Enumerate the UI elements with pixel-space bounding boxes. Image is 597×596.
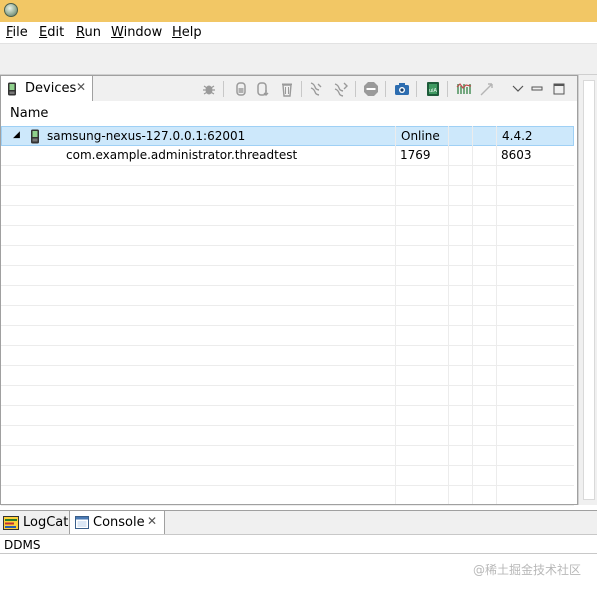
device-tree-table: ◢ samsung-nexus-127.0.0.1:62001 Online 4.4.… — [1, 126, 574, 506]
logcat-icon — [3, 516, 19, 530]
divider — [0, 553, 597, 554]
toolbar-separator — [416, 81, 417, 97]
device-phone-icon — [8, 82, 16, 96]
view-menu-icon[interactable] — [510, 81, 526, 97]
table-row[interactable] — [1, 246, 574, 266]
tab-console[interactable]: Console ✕ — [69, 511, 165, 535]
table-row[interactable] — [1, 186, 574, 206]
app-icon — [4, 3, 18, 17]
column-header-name[interactable]: Name — [10, 106, 48, 121]
update-threads-icon[interactable] — [308, 81, 324, 97]
console-view[interactable]: DDMS @稀土掘金技术社区 — [0, 534, 597, 596]
toolbar-separator — [447, 81, 448, 97]
table-row[interactable] — [1, 466, 574, 486]
scrollbar-track[interactable] — [583, 80, 595, 500]
table-row[interactable] — [1, 386, 574, 406]
tab-console-label: Console — [93, 515, 145, 530]
maximize-icon[interactable] — [551, 81, 567, 97]
menu-help[interactable]: Help — [172, 25, 202, 40]
tab-devices-label: Devices — [25, 81, 77, 96]
device-name-cell: com.example.administrator.threadtest — [66, 148, 298, 162]
toolbar-separator — [385, 81, 386, 97]
table-row[interactable] — [1, 406, 574, 426]
device-name-cell: samsung-nexus-127.0.0.1:62001 — [47, 129, 246, 143]
column-divider — [395, 126, 396, 504]
watermark: @稀土掘金技术社区 — [472, 563, 581, 577]
table-row[interactable] — [1, 206, 574, 226]
systrace-icon[interactable] — [456, 81, 472, 97]
svg-text:uiA: uiA — [429, 88, 438, 94]
tab-logcat[interactable]: LogCat — [0, 511, 68, 535]
bottom-panel-tabbar: LogCat Console ✕ — [0, 510, 597, 535]
table-row[interactable] — [1, 486, 574, 506]
dump-view-hierarchy-icon[interactable]: uiA — [425, 81, 441, 97]
table-row[interactable]: ◢ samsung-nexus-127.0.0.1:62001 Online 4.4.… — [1, 126, 574, 146]
vertical-scrollbar[interactable] — [578, 75, 597, 505]
extra-info-cell: 8603 — [501, 148, 532, 162]
window-titlebar[interactable] — [0, 0, 597, 22]
start-method-profiling-icon[interactable] — [333, 81, 349, 97]
menu-file[interactable]: File — [6, 25, 28, 40]
tab-devices[interactable]: Devices ✕ — [1, 76, 93, 101]
screen-capture-icon[interactable] — [394, 81, 410, 97]
status-cell: Online — [401, 129, 440, 143]
stop-process-icon[interactable] — [363, 81, 379, 97]
table-row[interactable] — [1, 446, 574, 466]
menu-run[interactable]: Run — [76, 25, 101, 40]
update-heap-icon[interactable] — [233, 81, 249, 97]
menu-window[interactable]: Window — [111, 25, 162, 40]
toolbar-separator — [223, 81, 224, 97]
column-divider — [472, 126, 473, 504]
extra-info-cell: 4.4.2 — [502, 129, 533, 143]
minimize-icon[interactable] — [529, 81, 545, 97]
toolbar-separator — [355, 81, 356, 97]
console-icon — [75, 516, 89, 529]
table-row[interactable] — [1, 166, 574, 186]
tab-logcat-label: LogCat — [23, 515, 69, 530]
table-row[interactable] — [1, 226, 574, 246]
table-row[interactable]: com.example.administrator.threadtest 1769… — [1, 146, 574, 166]
close-icon[interactable]: ✕ — [147, 514, 157, 528]
toolbar-separator — [301, 81, 302, 97]
menu-bar: File Edit Run Window Help — [0, 22, 597, 43]
expand-triangle-icon[interactable]: ◢ — [13, 130, 20, 140]
close-icon[interactable]: ✕ — [76, 80, 86, 94]
column-divider — [496, 126, 497, 504]
table-row[interactable] — [1, 326, 574, 346]
table-row[interactable] — [1, 266, 574, 286]
devices-view: Devices ✕ uiA Name ◢ samsung-nexus-127.0… — [0, 75, 578, 506]
status-cell: 1769 — [400, 148, 431, 162]
cause-gc-icon[interactable] — [279, 81, 295, 97]
column-header-row: Name — [1, 101, 577, 125]
table-row[interactable] — [1, 306, 574, 326]
devices-view-tabbar: Devices ✕ uiA — [1, 76, 577, 102]
table-row[interactable] — [1, 426, 574, 446]
table-row[interactable] — [1, 366, 574, 386]
dump-hprof-icon[interactable] — [255, 81, 271, 97]
debug-process-icon[interactable] — [201, 81, 217, 97]
menu-edit[interactable]: Edit — [39, 25, 64, 40]
opengl-trace-icon[interactable] — [479, 81, 495, 97]
main-toolbar — [0, 43, 597, 75]
table-row[interactable] — [1, 286, 574, 306]
console-title: DDMS — [4, 538, 41, 552]
column-divider — [448, 126, 449, 504]
table-row[interactable] — [1, 346, 574, 366]
device-phone-icon — [31, 129, 39, 144]
